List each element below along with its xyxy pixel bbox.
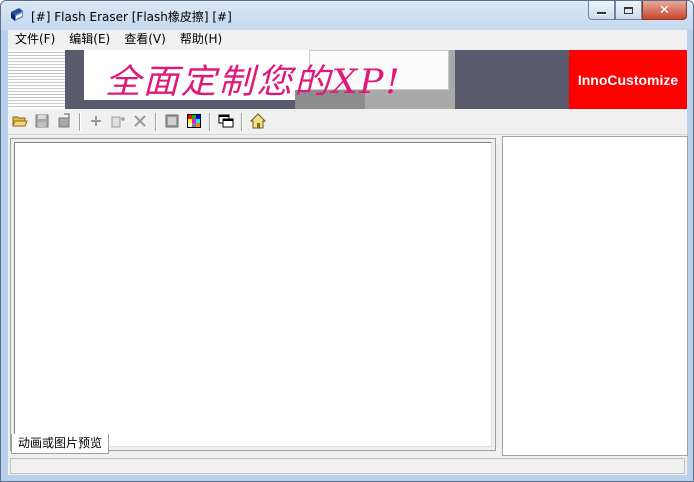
menu-help[interactable]: 帮助(H) — [173, 30, 229, 49]
title-bar[interactable]: [#] Flash Eraser [Flash橡皮擦] [#] ✕ — [1, 1, 693, 30]
save-as-button[interactable] — [54, 112, 74, 132]
frame-icon — [164, 113, 180, 132]
preview-canvas[interactable] — [14, 142, 492, 447]
close-icon: ✕ — [659, 2, 670, 18]
side-panel[interactable] — [502, 136, 688, 456]
delete-icon — [132, 113, 148, 132]
banner-slogan: 全面定制您的XP! — [105, 62, 402, 102]
toolbar-separator — [209, 113, 211, 131]
frame-button[interactable] — [162, 112, 182, 132]
menu-edit[interactable]: 编辑(E) — [62, 30, 117, 49]
menu-bar: 文件(F) 编辑(E) 查看(V) 帮助(H) — [8, 30, 687, 49]
client-area: 文件(F) 编辑(E) 查看(V) 帮助(H) 全面定制您的XP! InnoCu… — [8, 30, 688, 475]
banner-artwork: 全面定制您的XP! — [65, 50, 571, 109]
open-folder-icon — [12, 113, 28, 132]
save-icon — [34, 113, 50, 132]
caption-buttons: ✕ — [588, 1, 687, 21]
window-title: [#] Flash Eraser [Flash橡皮擦] [#] — [31, 10, 232, 24]
windows-icon — [218, 113, 234, 132]
banner-brand: InnoCustomize — [569, 50, 687, 109]
toolbar-separator — [155, 113, 157, 131]
save-as-icon — [56, 112, 72, 132]
add-button[interactable] — [86, 112, 106, 132]
maximize-icon — [624, 6, 633, 14]
palette-button[interactable] — [184, 112, 204, 132]
toolbar-separator — [79, 113, 81, 131]
ad-banner[interactable]: 全面定制您的XP! InnoCustomize — [8, 50, 687, 109]
status-bar — [10, 458, 685, 474]
book-icon — [9, 7, 25, 23]
copy-icon — [110, 113, 126, 132]
home-icon — [249, 112, 267, 132]
windows-button[interactable] — [216, 112, 236, 132]
delete-button[interactable] — [130, 112, 150, 132]
menu-file[interactable]: 文件(F) — [8, 30, 62, 49]
open-button[interactable] — [10, 112, 30, 132]
maximize-button[interactable] — [615, 1, 642, 20]
minimize-icon — [597, 12, 606, 14]
palette-icon — [186, 113, 202, 132]
toolbar — [8, 109, 687, 135]
home-button[interactable] — [248, 112, 268, 132]
preview-panel — [10, 138, 496, 451]
tab-preview[interactable]: 动画或图片预览 — [11, 434, 110, 454]
menu-view[interactable]: 查看(V) — [117, 30, 173, 49]
minimize-button[interactable] — [588, 1, 615, 20]
save-button[interactable] — [32, 112, 52, 132]
copy-button[interactable] — [108, 112, 128, 132]
app-window: [#] Flash Eraser [Flash橡皮擦] [#] ✕ 文件(F) … — [0, 0, 694, 482]
add-icon — [88, 113, 104, 132]
close-button[interactable]: ✕ — [642, 1, 687, 20]
toolbar-separator — [241, 113, 243, 131]
